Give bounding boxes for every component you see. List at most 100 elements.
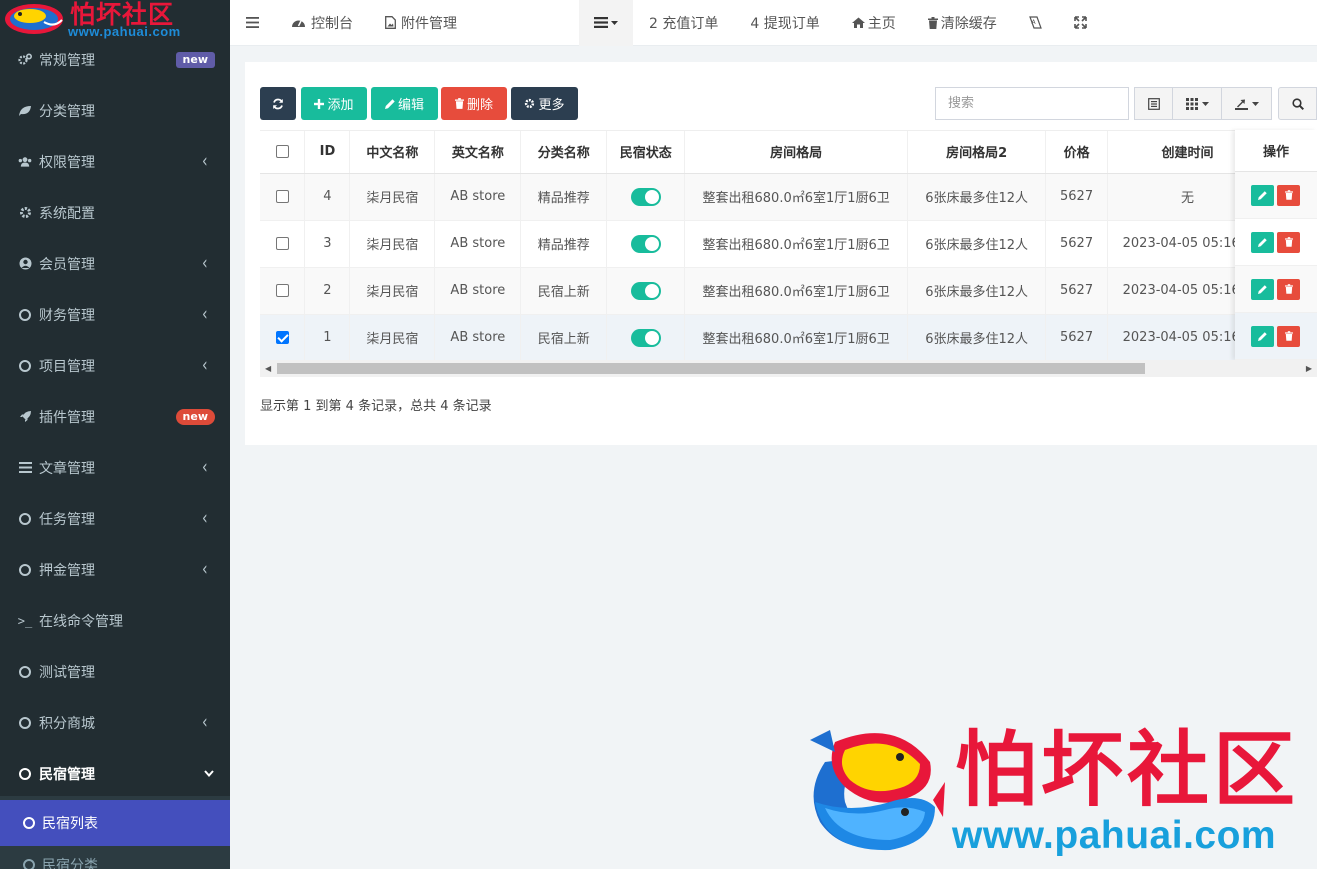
dashboard-icon xyxy=(292,20,305,27)
table-row[interactable]: 3 柒月民宿 AB store 精品推荐 整套出租680.0㎡6室1厅1厨6卫 … xyxy=(260,220,1317,268)
tab-recharge-orders[interactable]: 2 充值订单 xyxy=(633,0,734,46)
select-all-checkbox[interactable] xyxy=(275,145,289,159)
column-header[interactable]: 房间格局2 xyxy=(907,131,1047,174)
sidebar-toggle-button[interactable] xyxy=(230,0,275,46)
row-delete-button[interactable] xyxy=(1277,231,1300,253)
tab-withdraw-orders[interactable]: 4 提现订单 xyxy=(734,0,835,46)
tab-dashboard[interactable]: 控制台 xyxy=(275,0,369,46)
sidebar-item-sysconfig[interactable]: 系统配置 xyxy=(0,187,230,238)
sidebar-item-task[interactable]: 任务管理 ‹ xyxy=(0,493,230,544)
expand-icon xyxy=(1073,16,1087,29)
circle-icon xyxy=(18,767,32,781)
status-toggle[interactable] xyxy=(630,281,661,300)
tabs-dropdown-button[interactable] xyxy=(579,0,633,46)
home-link[interactable]: 主页 xyxy=(836,0,912,46)
home-label: 主页 xyxy=(867,15,896,32)
row-checkbox[interactable] xyxy=(275,284,289,297)
row-checkbox[interactable] xyxy=(275,331,289,344)
translate-button[interactable]: A xyxy=(1013,0,1058,46)
cell-layout: 整套出租680.0㎡6室1厅1厨6卫 xyxy=(684,173,909,221)
scroll-right-icon[interactable]: ▶ xyxy=(1306,364,1312,373)
more-button[interactable]: 更多 xyxy=(511,87,578,120)
row-checkbox[interactable] xyxy=(275,190,289,203)
table-row[interactable]: 1 柒月民宿 AB store 民宿上新 整套出租680.0㎡6室1厅1厨6卫 … xyxy=(260,314,1317,362)
row-edit-button[interactable] xyxy=(1251,231,1274,253)
sidebar-item-label: 押金管理 xyxy=(39,562,95,579)
watermark-text: 怕坏社区 xyxy=(955,722,1300,818)
sidebar-item-deposit[interactable]: 押金管理 ‹ xyxy=(0,544,230,595)
sidebar-item-label: 测试管理 xyxy=(39,664,95,681)
clear-cache-button[interactable]: 清除缓存 xyxy=(912,0,1013,46)
sidebar-item-general[interactable]: 常规管理 new xyxy=(0,34,230,85)
scrollbar-thumb[interactable] xyxy=(277,363,1145,374)
search-input[interactable] xyxy=(935,87,1129,120)
plus-icon xyxy=(314,98,325,109)
row-edit-button[interactable] xyxy=(1251,278,1274,300)
caret-down-icon xyxy=(1201,101,1209,106)
cell-price: 5627 xyxy=(1045,314,1109,362)
sidebar-item-project[interactable]: 项目管理 ‹ xyxy=(0,340,230,391)
column-header[interactable]: 价格 xyxy=(1045,131,1109,174)
cell-cn-name: 柒月民宿 xyxy=(349,267,436,315)
row-edit-button[interactable] xyxy=(1251,184,1274,206)
column-header[interactable]: 房间格局 xyxy=(684,131,909,174)
row-delete-button[interactable] xyxy=(1277,325,1300,347)
table-row[interactable]: 2 柒月民宿 AB store 民宿上新 整套出租680.0㎡6室1厅1厨6卫 … xyxy=(260,267,1317,315)
refresh-button[interactable] xyxy=(260,87,296,120)
sidebar-item-permission[interactable]: 权限管理 ‹ xyxy=(0,136,230,187)
trash-icon xyxy=(1284,284,1293,294)
sidebar-item-label: 插件管理 xyxy=(39,409,95,426)
sidebar-item-article[interactable]: 文章管理 ‹ xyxy=(0,442,230,493)
sidebar-subitem-homestay-list[interactable]: 民宿列表 xyxy=(0,800,230,846)
tab-attachments[interactable]: 附件管理 xyxy=(369,0,473,46)
status-toggle[interactable] xyxy=(630,328,661,347)
column-header[interactable]: ID xyxy=(304,131,351,174)
sidebar-item-finance[interactable]: 财务管理 ‹ xyxy=(0,289,230,340)
app-root: 怕坏社区 www.pahuai.com 常规管理 new 分类管理 权限管理 ‹… xyxy=(0,0,1317,869)
sidebar-item-points-mall[interactable]: 积分商城 ‹ xyxy=(0,697,230,748)
sidebar-item-category[interactable]: 分类管理 xyxy=(0,85,230,136)
export-dropdown-button[interactable] xyxy=(1221,87,1272,120)
row-checkbox[interactable] xyxy=(275,237,289,250)
status-toggle[interactable] xyxy=(630,187,661,206)
pencil-icon xyxy=(1258,331,1267,341)
sidebar-item-label: 积分商城 xyxy=(39,715,95,732)
row-delete-button[interactable] xyxy=(1277,278,1300,300)
chevron-left-icon: ‹ xyxy=(202,253,208,274)
column-header[interactable]: 中文名称 xyxy=(349,131,436,174)
gear-icon xyxy=(525,98,535,109)
pencil-icon xyxy=(1258,190,1267,200)
edit-button[interactable]: 编辑 xyxy=(371,87,438,120)
scroll-left-icon[interactable]: ◀ xyxy=(265,364,271,373)
columns-dropdown-button[interactable] xyxy=(1172,87,1222,120)
sidebar-item-test[interactable]: 测试管理 xyxy=(0,646,230,697)
sidebar-item-plugin[interactable]: 插件管理 new xyxy=(0,391,230,442)
sidebar-item-command[interactable]: >_ 在线命令管理 xyxy=(0,595,230,646)
table-row[interactable]: 4 柒月民宿 AB store 精品推荐 整套出租680.0㎡6室1厅1厨6卫 … xyxy=(260,173,1317,221)
horizontal-scrollbar[interactable]: ◀ ▶ xyxy=(260,360,1317,377)
row-edit-button[interactable] xyxy=(1251,325,1274,347)
hamburger-icon xyxy=(246,17,259,28)
sidebar-item-homestay[interactable]: 民宿管理 xyxy=(0,748,230,799)
add-button[interactable]: 添加 xyxy=(301,87,367,120)
status-toggle[interactable] xyxy=(630,234,661,253)
column-header[interactable]: 分类名称 xyxy=(520,131,608,174)
sidebar-subitem-label: 民宿分类 xyxy=(42,858,98,869)
advanced-search-button[interactable] xyxy=(1278,87,1317,120)
cell-layout2: 6张床最多住12人 xyxy=(907,267,1047,315)
cell-category: 精品推荐 xyxy=(520,220,608,268)
row-delete-button[interactable] xyxy=(1277,184,1300,206)
circle-icon xyxy=(18,665,32,679)
column-header[interactable]: 民宿状态 xyxy=(606,131,686,174)
sidebar-item-member[interactable]: 会员管理 ‹ xyxy=(0,238,230,289)
delete-button[interactable]: 删除 xyxy=(441,87,507,120)
fullscreen-button[interactable] xyxy=(1058,0,1103,46)
sidebar-subitem-homestay-category[interactable]: 民宿分类 xyxy=(0,850,230,869)
list-alt-icon xyxy=(1147,97,1160,110)
select-all-cell[interactable] xyxy=(260,131,306,174)
cell-id: 4 xyxy=(304,173,351,221)
column-header[interactable]: 英文名称 xyxy=(434,131,522,174)
group-icon xyxy=(18,155,32,169)
topbar: 控制台 附件管理 2 充值订单 4 提现订单 主页 清除缓存 A xyxy=(230,0,1317,46)
toggle-view-button[interactable] xyxy=(1134,87,1173,120)
